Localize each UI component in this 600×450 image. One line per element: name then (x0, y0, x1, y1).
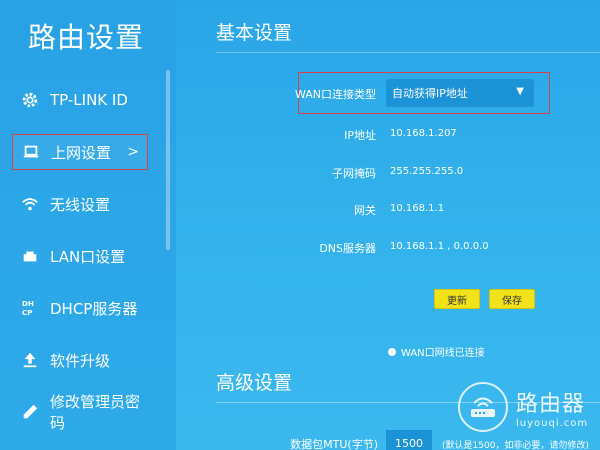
ip-address-label: IP地址 (344, 129, 376, 142)
sidebar-item-label: DHCP服务器 (50, 299, 138, 318)
watermark-url: luyouqi.com (516, 417, 589, 429)
sidebar-item-tplink-id[interactable]: TP-LINK ID (12, 82, 148, 118)
router-logo-icon (458, 382, 508, 432)
sidebar-item-label: 上网设置 (51, 143, 112, 162)
watermark-text: 路由器 luyouqi.com (516, 386, 588, 429)
sidebar-item-label: 修改管理员密码 (50, 393, 141, 432)
laptop-icon (21, 142, 41, 162)
gateway-label: 网关 (354, 204, 376, 217)
gateway-value: 10.168.1.1 (390, 203, 445, 214)
watermark: 路由器 luyouqi.com (458, 382, 588, 432)
sidebar-scrollbar[interactable] (166, 70, 170, 250)
upload-icon (20, 350, 40, 370)
mtu-note: (默认是1500，如非必要，请勿修改) (442, 441, 589, 450)
mtu-input[interactable]: 1500 (386, 430, 432, 450)
save-button[interactable]: 保存 (489, 289, 535, 309)
wan-status-text: WAN口网线已连接 (401, 348, 485, 359)
subnet-mask-value: 255.255.255.0 (390, 166, 464, 177)
wifi-icon (20, 194, 40, 214)
svg-text:DH: DH (22, 299, 34, 308)
router-settings-page: 路由设置 TP-LINK ID 上网设置 > 无线设置 LAN口设置 DH CP… (0, 0, 600, 450)
mtu-label: 数据包MTU(字节) (290, 438, 378, 450)
sidebar-title: 路由设置 (28, 21, 145, 54)
sidebar: 路由设置 TP-LINK ID 上网设置 > 无线设置 LAN口设置 DH CP… (0, 0, 176, 450)
lan-port-icon (20, 246, 40, 266)
sidebar-item-lan[interactable]: LAN口设置 (12, 238, 148, 274)
advanced-settings-title: 高级设置 (216, 372, 293, 394)
watermark-brand: 路由器 (516, 391, 586, 417)
sidebar-item-wireless[interactable]: 无线设置 (12, 186, 148, 222)
wan-type-label: WAN口连接类型 (294, 88, 376, 101)
dns-server-label: DNS服务器 (319, 242, 376, 255)
chevron-right-icon: > (127, 144, 139, 160)
wan-type-select[interactable]: 自动获得IP地址 ▼ (386, 79, 534, 107)
svg-text:CP: CP (22, 308, 33, 317)
dhcp-icon: DH CP (20, 298, 40, 318)
wan-type-value: 自动获得IP地址 (392, 87, 468, 100)
pencil-icon (20, 402, 40, 422)
refresh-button[interactable]: 更新 (434, 289, 480, 309)
sidebar-item-label: LAN口设置 (50, 247, 126, 266)
sidebar-item-admin-password[interactable]: 修改管理员密码 (12, 393, 148, 432)
sidebar-item-label: TP-LINK ID (50, 91, 128, 109)
section-divider (216, 52, 600, 53)
dns-server-value: 10.168.1.1 , 0.0.0.0 (390, 241, 489, 252)
subnet-mask-label: 子网掩码 (332, 167, 376, 180)
sidebar-item-firmware-upgrade[interactable]: 软件升级 (12, 342, 148, 378)
gear-icon (20, 90, 40, 110)
sidebar-item-label: 软件升级 (50, 351, 111, 370)
sidebar-item-dhcp[interactable]: DH CP DHCP服务器 (12, 290, 148, 326)
sidebar-item-label: 无线设置 (50, 195, 111, 214)
basic-settings-title: 基本设置 (216, 22, 293, 44)
status-dot-icon (388, 347, 396, 356)
ip-address-value: 10.168.1.207 (390, 128, 457, 139)
wan-status: WAN口网线已连接 (388, 344, 485, 359)
caret-down-icon: ▼ (516, 86, 524, 97)
sidebar-item-internet-settings[interactable]: 上网设置 > (12, 134, 148, 170)
